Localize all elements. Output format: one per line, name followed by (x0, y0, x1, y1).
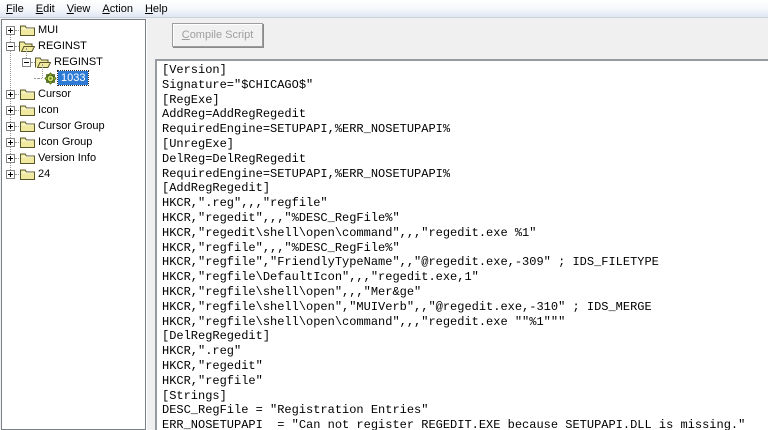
expand-plus-icon[interactable] (6, 26, 15, 35)
tree-item-mui[interactable]: MUI (2, 22, 145, 38)
folder-open-icon (19, 40, 35, 53)
menu-file-rest: ile (13, 3, 24, 15)
menu-bar: File Edit View Action Help (0, 0, 768, 18)
collapse-minus-icon[interactable] (22, 58, 31, 67)
resource-tree[interactable]: MUI REGINST REGINST 1033 Cursor Icon Cursor Gr… (1, 19, 146, 430)
expand-plus-icon[interactable] (6, 90, 15, 99)
gear-icon (42, 72, 58, 85)
folder-closed-icon (19, 104, 35, 117)
expand-plus-icon[interactable] (6, 154, 15, 163)
script-editor[interactable]: [Version] Signature="$CHICAGO$" [RegExe]… (155, 59, 768, 430)
expand-plus-icon[interactable] (6, 138, 15, 147)
tree-item-version-info[interactable]: Version Info (2, 150, 145, 166)
tree-indent (2, 78, 34, 79)
menu-file-accel: F (6, 3, 13, 15)
compile-button-rest: ompile Script (190, 29, 254, 41)
menu-help[interactable]: Help (139, 2, 174, 16)
menu-help-accel: H (145, 3, 153, 15)
expand-plus-icon[interactable] (6, 170, 15, 179)
tree-item-icon-group[interactable]: Icon Group (2, 134, 145, 150)
tree-item-label: REGINST (35, 39, 90, 53)
tree-connector-line (10, 30, 11, 174)
menu-action-accel: A (102, 3, 109, 15)
tree-item-label: Cursor Group (35, 119, 108, 133)
menu-file[interactable]: File (0, 2, 30, 16)
compile-script-button[interactable]: Compile Script (172, 23, 263, 47)
tree-connector-line (42, 64, 43, 78)
tree-item-cursor-group[interactable]: Cursor Group (2, 118, 145, 134)
folder-open-icon (35, 56, 51, 69)
script-text[interactable]: [Version] Signature="$CHICAGO$" [RegExe]… (157, 61, 768, 430)
tree-item-1033[interactable]: 1033 (2, 70, 145, 86)
menu-help-rest: elp (153, 3, 168, 15)
folder-closed-icon (19, 152, 35, 165)
expand-plus-icon[interactable] (6, 122, 15, 131)
tree-item-reginst[interactable]: REGINST (2, 54, 145, 70)
folder-closed-icon (19, 168, 35, 181)
tree-item-label: Icon (35, 103, 62, 117)
tree-item-label: Icon Group (35, 135, 95, 149)
compile-button-accel: C (182, 29, 190, 41)
tree-item-24[interactable]: 24 (2, 166, 145, 182)
menu-view-accel: V (67, 3, 74, 15)
tree-item-label: MUI (35, 23, 61, 37)
folder-closed-icon (19, 136, 35, 149)
tree-item-reginst[interactable]: REGINST (2, 38, 145, 54)
tree-item-cursor[interactable]: Cursor (2, 86, 145, 102)
menu-view[interactable]: View (61, 2, 97, 16)
collapse-minus-icon[interactable] (6, 42, 15, 51)
folder-closed-icon (19, 120, 35, 133)
menu-action[interactable]: Action (96, 2, 139, 16)
tree-item-label: Cursor (35, 87, 74, 101)
tree-item-label: 1033 (58, 71, 88, 85)
menu-edit-accel: E (36, 3, 43, 15)
menu-edit-rest: dit (43, 3, 55, 15)
folder-closed-icon (19, 88, 35, 101)
tree-item-icon[interactable]: Icon (2, 102, 145, 118)
menu-edit[interactable]: Edit (30, 2, 61, 16)
expand-plus-icon[interactable] (6, 106, 15, 115)
menu-view-rest: iew (74, 3, 91, 15)
folder-closed-icon (19, 24, 35, 37)
tree-item-label: REGINST (51, 55, 106, 69)
tree-item-label: 24 (35, 167, 53, 181)
menu-action-rest: ction (110, 3, 133, 15)
tree-item-label: Version Info (35, 151, 99, 165)
